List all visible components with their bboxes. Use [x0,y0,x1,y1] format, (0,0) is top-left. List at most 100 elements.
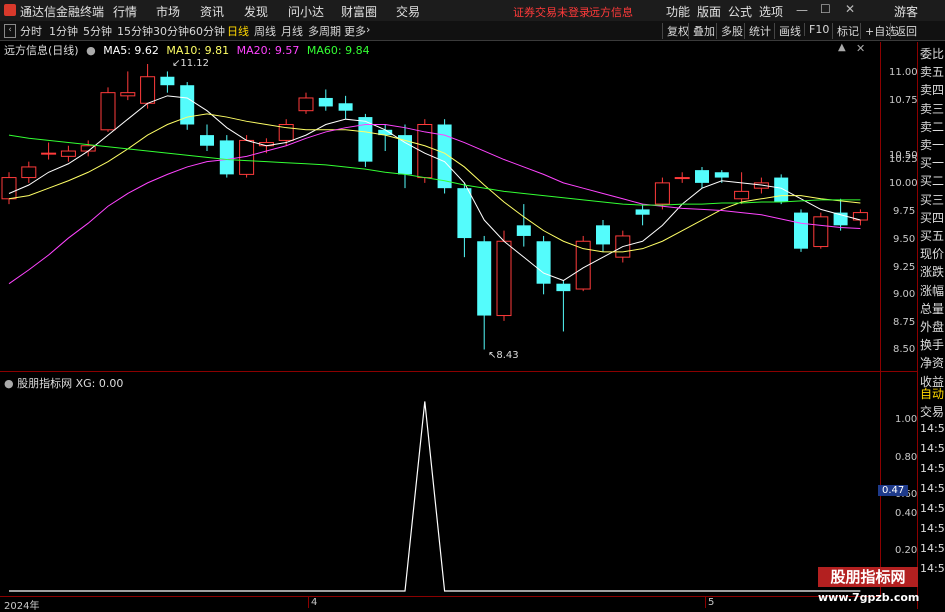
menu-gongneng[interactable]: 功能 [666,3,690,20]
candle-5 [100,87,116,132]
candlestick-chart[interactable] [0,56,880,370]
candle-body-24 [477,241,492,316]
price-tick-8-75: 8.75 [893,317,916,328]
candle-10 [200,124,214,152]
candle-body-40 [794,212,808,249]
menu-banmian[interactable]: 版面 [697,3,721,20]
candle-27 [536,235,551,295]
sidebar-item-24[interactable]: 14:56 [920,482,945,495]
period-15min[interactable]: 15分钟 [117,23,153,39]
sidebar-item-7: 买二 [920,174,945,189]
sidebar-item-13: 涨幅 [920,283,945,298]
menu-jiaoyi[interactable]: 交易 [396,3,420,20]
app-logo-icon [4,4,16,16]
sidebar-item-22[interactable]: 14:56 [920,442,945,455]
candle-0 [1,172,17,205]
indicator-axis: 1.00 0.80 0.60 0.47 0.40 0.20 [878,372,918,596]
minimize-icon[interactable]: — [796,3,808,17]
period-more[interactable]: 更多 [344,23,366,39]
sidebar-item-21[interactable]: 14:56 [920,422,945,435]
candle-body-17 [338,103,353,111]
sidebar-item-26[interactable]: 14:56 [920,522,945,535]
sidebar-item-25[interactable]: 14:56 [920,502,945,515]
btn-biaoji[interactable]: 标记 [832,23,859,39]
chart-close-icon[interactable]: ✕ [856,42,865,55]
ma20-line [8,123,861,285]
candle-6 [120,71,136,101]
candle-body-11 [219,140,234,175]
sidebar-item-10: 买五 [920,229,945,243]
period-1min[interactable]: 1分钟 [49,23,78,39]
sidebar-item-6: 买一 [920,156,945,171]
more-chevron-icon[interactable]: › [366,23,370,36]
period-fenshi[interactable]: 分时 [20,23,42,39]
maximize-icon[interactable]: ☐ [820,2,831,16]
menu-gongshi[interactable]: 公式 [728,3,752,20]
sidebar-item-28[interactable]: 14:56 [920,562,945,575]
sidebar-item-11: 现价 [920,247,945,262]
sidebar-item-19[interactable]: 自动 [920,385,944,402]
app-title: 通达信金融终端 [20,5,105,19]
sidebar-item-20[interactable]: 交易 [920,403,944,420]
price-tick-10-75: 10.75 [889,95,918,106]
candle-26 [516,204,531,247]
menu-shichang[interactable]: 市场 [156,3,180,20]
ma10-line [8,113,861,253]
btn-diejia[interactable]: 叠加 [688,23,715,39]
user-label[interactable]: 游客 [894,3,918,20]
menu-zixun[interactable]: 资讯 [200,3,224,20]
btn-fuquan[interactable]: 复权 [662,23,689,39]
menu-xuanxiang[interactable]: 选项 [759,3,783,20]
candle-11 [219,135,234,178]
toolbar-collapse-icon[interactable]: ‹ [4,24,16,38]
chart-zoom-icon[interactable]: ▲ [838,42,846,53]
candle-body-26 [516,225,531,236]
close-icon[interactable]: ✕ [845,2,855,16]
candle-body-8 [160,76,175,86]
candle-body-28 [556,283,571,292]
period-30min[interactable]: 30分钟 [153,23,189,39]
candle-29 [575,235,591,292]
period-60min[interactable]: 60分钟 [189,23,225,39]
period-weekly[interactable]: 周线 [254,23,276,39]
period-monthly[interactable]: 月线 [281,23,303,39]
candle-25 [496,230,512,321]
period-daily[interactable]: 日线 [227,23,249,39]
candle-body-16 [318,97,333,107]
candle-body-5 [100,92,116,131]
sidebar-item-1: 卖五 [920,65,945,80]
candle-19 [378,124,393,152]
menu-wenxiaoda[interactable]: 问小达 [288,3,324,20]
trade-login-warning[interactable]: 证券交易未登录 [513,4,590,20]
ma60-line [8,134,861,206]
period-multi[interactable]: 多周期 [308,23,341,39]
btn-f10[interactable]: F10 [804,23,829,36]
sidebar-item-12: 涨跌 [920,265,945,280]
sidebar-item-23[interactable]: 14:56 [920,462,945,475]
xg-indicator-chart[interactable] [0,388,880,595]
candle-body-7 [140,76,156,104]
menu-caifuquan[interactable]: 财富圈 [341,3,377,20]
candle-body-1 [21,166,37,179]
time-tick-2024: 2024年 [4,601,40,612]
sidebar-item-4: 卖二 [920,119,945,134]
xg-tick-0-40: 0.40 [895,508,918,519]
btn-huaxian[interactable]: 画线 [774,23,801,39]
high-price-value: 11.12 [180,58,210,69]
candle-3 [60,145,76,162]
sidebar-item-27[interactable]: 14:56 [920,542,945,555]
candle-2 [41,142,57,160]
menu-hangqing[interactable]: 行情 [113,3,137,20]
candle-body-10 [200,135,214,146]
btn-duogu[interactable]: 多股 [716,23,743,39]
sidebar-item-0: 委比 [920,47,945,61]
period-5min[interactable]: 5分钟 [83,23,112,39]
menu-faxian[interactable]: 发现 [244,3,268,20]
btn-back[interactable]: 返回 [890,23,917,39]
btn-tongji[interactable]: 统计 [744,23,771,39]
price-tick-9-00: 9.00 [893,289,916,300]
candle-body-6 [120,92,136,97]
candle-15 [298,92,314,114]
candle-body-25 [496,240,512,317]
candle-9 [180,82,195,130]
